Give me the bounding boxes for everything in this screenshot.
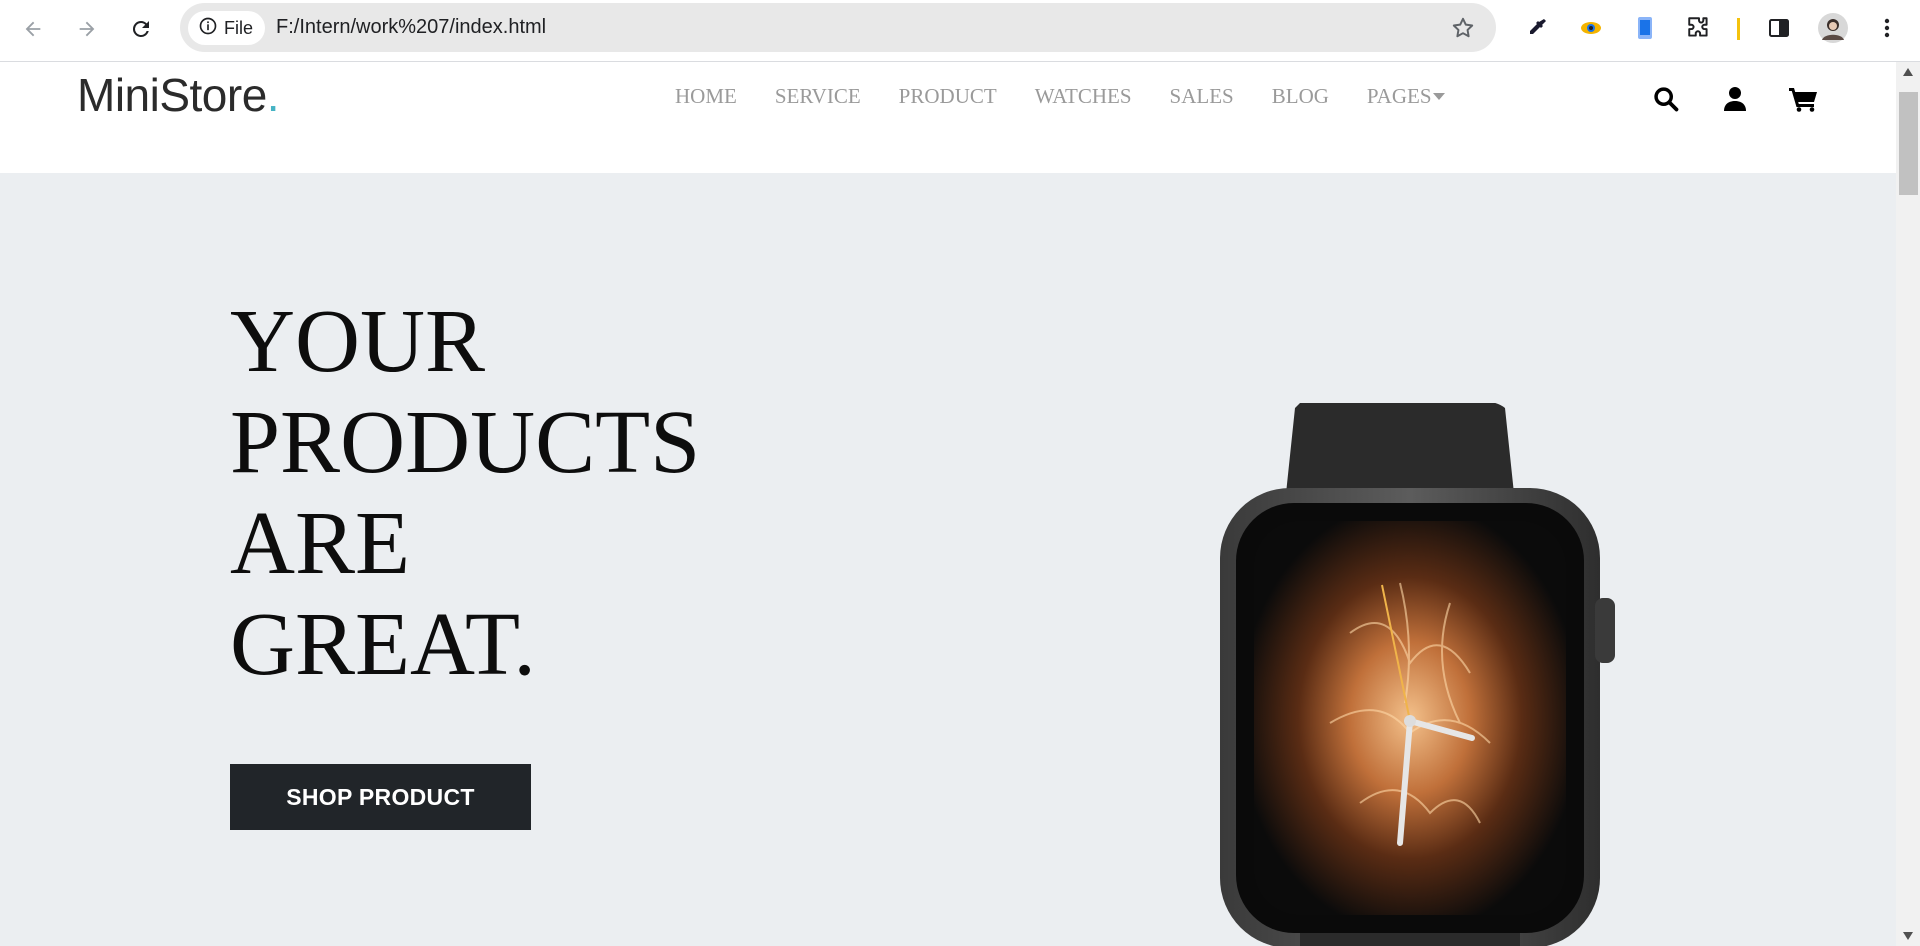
caret-down-icon (1432, 93, 1445, 100)
info-icon (198, 16, 218, 41)
nav-product[interactable]: PRODUCT (899, 84, 997, 109)
shop-product-button[interactable]: SHOP PRODUCT (230, 764, 531, 830)
browser-toolbar: File F:/Intern/work%207/index.html (0, 0, 1920, 62)
nav-pages[interactable]: PAGES (1367, 84, 1445, 109)
headline-line: YOUR (230, 292, 486, 391)
kebab-icon[interactable] (1872, 13, 1902, 43)
site-header: MiniStore. HOME SERVICE PRODUCT WATCHES … (0, 62, 1896, 173)
hero-section: YOUR PRODUCTS ARE GREAT. SHOP PRODUCT (0, 173, 1896, 946)
scroll-down-icon (1903, 932, 1913, 940)
user-icon[interactable] (1720, 84, 1750, 114)
nav-blog[interactable]: BLOG (1272, 84, 1329, 109)
smartwatch-image (1200, 399, 1640, 946)
site-logo[interactable]: MiniStore. (77, 68, 280, 122)
chip-label: File (224, 17, 254, 38)
forward-icon[interactable] (70, 12, 104, 46)
nav-home[interactable]: HOME (675, 84, 737, 109)
reload-icon[interactable] (124, 12, 158, 46)
scroll-up-icon (1903, 68, 1913, 76)
main-nav: HOME SERVICE PRODUCT WATCHES SALES BLOG … (675, 84, 1483, 109)
nav-sales[interactable]: SALES (1170, 84, 1234, 109)
cart-icon[interactable] (1788, 84, 1818, 114)
hero-headline: YOUR PRODUCTS ARE GREAT. (230, 291, 700, 695)
star-icon[interactable] (1450, 15, 1476, 46)
nav-pages-label: PAGES (1366, 84, 1432, 108)
logo-dot: . (266, 69, 280, 121)
headline-line: ARE (230, 494, 410, 593)
phone-extension-icon[interactable] (1630, 13, 1660, 43)
eye-extension-icon[interactable] (1576, 13, 1606, 43)
url-text[interactable]: F:/Intern/work%207/index.html (276, 3, 546, 52)
nav-service[interactable]: SERVICE (775, 84, 861, 109)
logo-text: MiniStore (77, 69, 267, 121)
back-icon[interactable] (16, 12, 50, 46)
eyedropper-icon[interactable] (1522, 13, 1552, 43)
toolbar-divider (1737, 18, 1740, 40)
search-icon[interactable] (1651, 84, 1681, 114)
site-info-chip[interactable]: File (188, 11, 266, 45)
puzzle-icon[interactable] (1684, 13, 1714, 43)
headline-line: GREAT. (230, 595, 536, 694)
address-bar[interactable]: File F:/Intern/work%207/index.html (180, 3, 1496, 52)
headline-line: PRODUCTS (230, 393, 701, 492)
avatar[interactable] (1818, 13, 1848, 43)
nav-watches[interactable]: WATCHES (1035, 84, 1132, 109)
scroll-thumb[interactable] (1899, 92, 1918, 195)
sidepanel-icon[interactable] (1764, 13, 1794, 43)
